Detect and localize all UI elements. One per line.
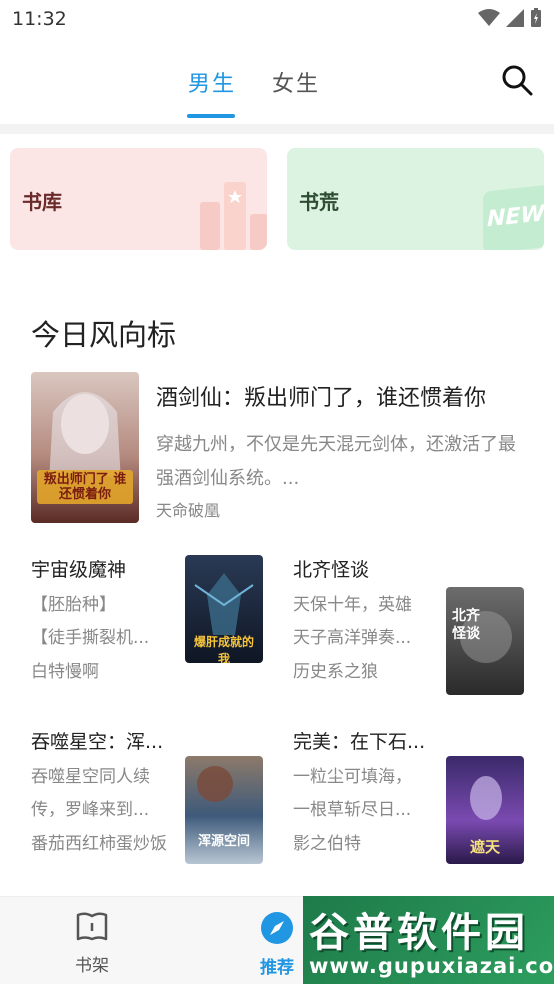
featured-book-author: 天命破凰 — [156, 501, 221, 520]
compass-icon — [261, 912, 293, 944]
book-cover[interactable]: 浑源空间 — [185, 756, 263, 864]
book-cover[interactable]: 爆肝成就的我 — [185, 555, 263, 663]
book-description: 一粒尘可填海， 一根草斩尽日... — [293, 761, 433, 827]
book-desc-line: 一根草斩尽日... — [293, 800, 412, 820]
book-cover[interactable]: 遮天 — [446, 756, 524, 864]
top-header: 男生 女生 — [0, 38, 554, 124]
book-desc-line: 【胚胎种】 — [31, 595, 116, 615]
tab-male[interactable]: 男生 — [188, 66, 236, 98]
watermark-logo: 谷普软件园 www.gupuxiazai.com — [303, 896, 554, 984]
tab-female[interactable]: 女生 — [272, 66, 320, 98]
book-library-label: 书库 — [22, 190, 62, 214]
nav-bookshelf[interactable]: 书架 — [52, 911, 132, 976]
book-cover-title: 浑源空间 — [197, 834, 250, 849]
book-library-card[interactable]: 书库 — [10, 148, 267, 250]
signal-icon — [506, 9, 524, 27]
featured-cover-title: 叛出师门了 谁还惯着你 — [43, 472, 127, 502]
active-tab-indicator — [187, 114, 235, 118]
new-badge-text: NEW — [487, 201, 544, 233]
book-icon — [76, 912, 108, 941]
featured-book-title[interactable]: 酒剑仙：叛出师门了，谁还惯着你 — [156, 380, 526, 412]
book-author: 历史系之狼 — [293, 662, 378, 682]
new-badge-icon: NEW — [483, 184, 544, 250]
header-divider — [0, 124, 554, 134]
wifi-icon — [478, 9, 500, 26]
book-desc-line: 传，罗峰来到... — [31, 800, 150, 820]
book-shortage-label: 书荒 — [299, 190, 339, 214]
bar-chart-icon — [200, 182, 267, 250]
book-author: 白特慢啊 — [31, 662, 99, 682]
watermark-title: 谷普软件园 — [309, 910, 529, 956]
nav-bookshelf-label: 书架 — [75, 956, 109, 976]
book-desc-line: 天保十年，英雄 — [293, 595, 412, 615]
book-cover-title: 北齐怪谈 — [452, 608, 480, 642]
book-description: 【胚胎种】 【徒手撕裂机... — [31, 589, 171, 655]
book-cover[interactable]: 北齐怪谈 — [446, 587, 524, 695]
search-icon[interactable] — [500, 63, 534, 97]
section-title: 今日风向标 — [31, 318, 177, 352]
featured-book-cover[interactable]: 叛出师门了 谁还惯着你 — [31, 372, 139, 523]
book-desc-line: 吞噬星空同人续 — [31, 767, 150, 787]
status-bar: 11:32 — [0, 0, 554, 38]
book-title: 吞噬星空：浑... — [31, 731, 164, 753]
book-title: 宇宙级魔神 — [31, 559, 127, 581]
book-desc-line: 一粒尘可填海， — [293, 767, 412, 787]
featured-book-description: 穿越九州，不仅是先天混元剑体，还激活了最强酒剑仙系统。... — [156, 434, 516, 489]
book-description: 天保十年，英雄 天子高洋弹奏... — [293, 589, 433, 655]
battery-icon — [531, 8, 541, 27]
book-cover-title: 爆肝成就的我 — [193, 635, 254, 663]
watermark-url: www.gupuxiazai.com — [309, 954, 554, 978]
status-time: 11:32 — [12, 8, 67, 30]
book-shortage-card[interactable]: 书荒 NEW — [287, 148, 544, 250]
book-author: 影之伯特 — [293, 834, 361, 854]
book-title: 完美：在下石... — [293, 731, 426, 753]
book-description: 吞噬星空同人续 传，罗峰来到... — [31, 761, 171, 827]
book-author: 番茄西红柿蛋炒饭 — [31, 834, 167, 854]
book-desc-line: 天子高洋弹奏... — [293, 628, 412, 648]
book-title: 北齐怪谈 — [293, 559, 370, 581]
system-icons — [478, 8, 542, 28]
book-cover-title: 遮天 — [469, 838, 500, 856]
book-desc-line: 【徒手撕裂机... — [31, 628, 150, 648]
